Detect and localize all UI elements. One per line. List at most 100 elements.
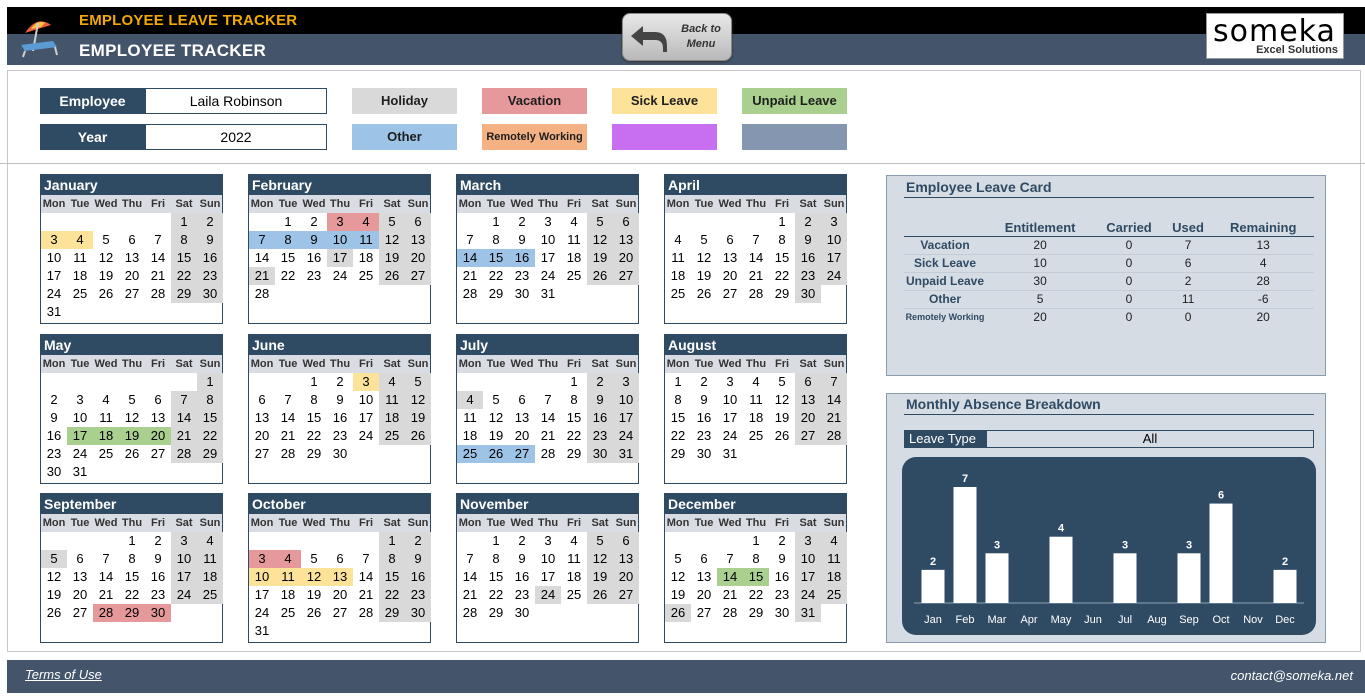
day-cell: 8 xyxy=(275,231,301,249)
year-select[interactable]: 2022 xyxy=(145,124,327,150)
day-grid: 1 2 3 4 5 6 7 8 9 10 11 12 13 14 15 16 17 18 19 20 21 22 23 24 2… xyxy=(249,373,431,463)
day-cell: 4 xyxy=(674,232,682,247)
day-cell: 23 xyxy=(332,428,348,443)
weekday-label: Tue xyxy=(486,198,506,210)
day-cell: 21 xyxy=(280,428,296,443)
calendar-march: March Mon Tue Wed Thu Fri Sat Sun 1 2 3 4 5 6 7 8 9 10 11 1… xyxy=(456,174,639,324)
day-cell: 3 xyxy=(353,373,379,391)
back-to-menu-button[interactable]: Back to Menu xyxy=(622,13,732,61)
bar-dec xyxy=(1273,569,1297,603)
weekday-label: Wed xyxy=(302,198,326,210)
day-cell: 24 xyxy=(332,268,348,283)
leave-row-sick-leave: Sick Leave 10 0 6 4 xyxy=(904,253,1314,272)
day-cell: 29 xyxy=(566,446,582,461)
day-cell: 22 xyxy=(379,586,405,604)
month-name: April xyxy=(665,175,846,195)
day-cell: 25 xyxy=(566,268,582,283)
day-cell: 3 xyxy=(76,392,84,407)
weekday-header: Mon Tue Wed Thu Fri Sat Sun xyxy=(249,355,430,373)
empty-day-cell xyxy=(249,373,275,391)
day-cell: 27 xyxy=(150,446,166,461)
terms-of-use-link[interactable]: Terms of Use xyxy=(25,667,102,682)
day-cell: 7 xyxy=(752,232,760,247)
day-cell: 1 xyxy=(284,214,292,229)
weekday-label: Fri xyxy=(566,358,582,370)
day-cell: 20 xyxy=(72,587,88,602)
day-cell: 5 xyxy=(778,374,786,389)
day-cell: 2 xyxy=(518,214,526,229)
day-cell: 20 xyxy=(696,587,712,602)
employee-select[interactable]: Laila Robinson xyxy=(145,88,327,114)
day-cell: 30 xyxy=(795,285,821,303)
day-cell: 18 xyxy=(821,568,847,586)
weekday-label: Sat xyxy=(383,358,401,370)
weekday-header: Mon Tue Wed Thu Fri Sat Sun xyxy=(665,514,846,532)
empty-day-cell xyxy=(691,532,717,550)
day-cell: 31 xyxy=(722,446,738,461)
day-cell: 3 xyxy=(726,374,734,389)
day-cell: 24 xyxy=(171,586,197,604)
day-cell: 12 xyxy=(488,410,504,425)
day-cell: 4 xyxy=(102,392,110,407)
legend-sick-leave: Sick Leave xyxy=(612,88,717,114)
day-cell: 18 xyxy=(72,268,88,283)
day-cell: 5 xyxy=(492,392,500,407)
bar-jul xyxy=(1113,553,1137,603)
weekday-label: Tue xyxy=(486,517,506,529)
day-cell: 26 xyxy=(405,427,431,445)
month-name: October xyxy=(249,494,430,514)
leave-type-select[interactable]: All xyxy=(986,430,1314,448)
day-cell: 16 xyxy=(332,410,348,425)
weekday-label: Sat xyxy=(383,198,401,210)
calendar-january: January Mon Tue Wed Thu Fri Sat Sun 1 2 3 4 5 6 7 8 9 10 1… xyxy=(40,174,223,324)
day-cell: 20 xyxy=(613,249,639,267)
empty-day-cell xyxy=(119,373,145,391)
back-button-label: Back to Menu xyxy=(681,23,721,50)
day-cell: 8 xyxy=(310,392,318,407)
x-tick-label-mar: Mar xyxy=(988,614,1007,626)
day-cell: 12 xyxy=(301,568,327,586)
weekday-label: Mon xyxy=(42,358,66,370)
weekday-label: Wed xyxy=(94,517,118,529)
day-cell: 10 xyxy=(722,392,738,407)
calendar-september: September Mon Tue Wed Thu Fri Sat Sun 1 2 3 4 5 6 7 8 9 1… xyxy=(40,493,223,643)
day-cell: 7 xyxy=(544,392,552,407)
day-cell: 7 xyxy=(102,551,110,566)
day-cell: 1 xyxy=(778,214,786,229)
day-cell: 30 xyxy=(145,604,171,622)
day-cell: 8 xyxy=(752,551,760,566)
day-cell: 10 xyxy=(327,231,353,249)
day-cell: 16 xyxy=(46,428,62,443)
day-cell: 29 xyxy=(670,446,686,461)
month-name: June xyxy=(249,335,430,355)
empty-day-cell xyxy=(535,373,561,391)
x-tick-label-may: May xyxy=(1051,614,1072,626)
x-tick-label-jan: Jan xyxy=(924,614,942,626)
day-cell: 29 xyxy=(488,286,504,301)
day-cell: 2 xyxy=(310,214,318,229)
weekday-label: Sat xyxy=(175,198,193,210)
weekday-label: Thu xyxy=(121,358,143,370)
weekday-label: Sat xyxy=(799,198,817,210)
day-cell: 4 xyxy=(570,214,578,229)
day-cell: 12 xyxy=(405,391,431,409)
day-grid: 1 2 3 4 5 6 7 8 9 10 11 12 13 14 15 16 17 18 19 20 21 22 23 24 2… xyxy=(249,532,431,640)
x-tick-label-oct: Oct xyxy=(1212,614,1229,626)
day-cell: 27 xyxy=(405,267,431,285)
day-cell: 15 xyxy=(124,569,140,584)
day-cell: 2 xyxy=(778,533,786,548)
day-cell: 17 xyxy=(540,569,556,584)
empty-day-cell xyxy=(717,213,743,231)
day-cell: 29 xyxy=(748,605,764,620)
day-cell: 3 xyxy=(821,213,847,231)
day-cell: 27 xyxy=(332,605,348,620)
day-cell: 1 xyxy=(492,214,500,229)
day-cell: 5 xyxy=(379,213,405,231)
month-name: July xyxy=(457,335,638,355)
day-cell: 23 xyxy=(514,268,530,283)
footer: Terms of Use contact@someka.net xyxy=(7,660,1365,693)
weekday-label: Thu xyxy=(537,517,559,529)
day-grid: 1 2 3 4 5 6 7 8 9 10 11 12 13 14 15 16 17 18 19 20 21 22 23 24 2… xyxy=(41,213,223,321)
day-cell: 31 xyxy=(613,445,639,463)
empty-day-cell xyxy=(301,532,327,550)
